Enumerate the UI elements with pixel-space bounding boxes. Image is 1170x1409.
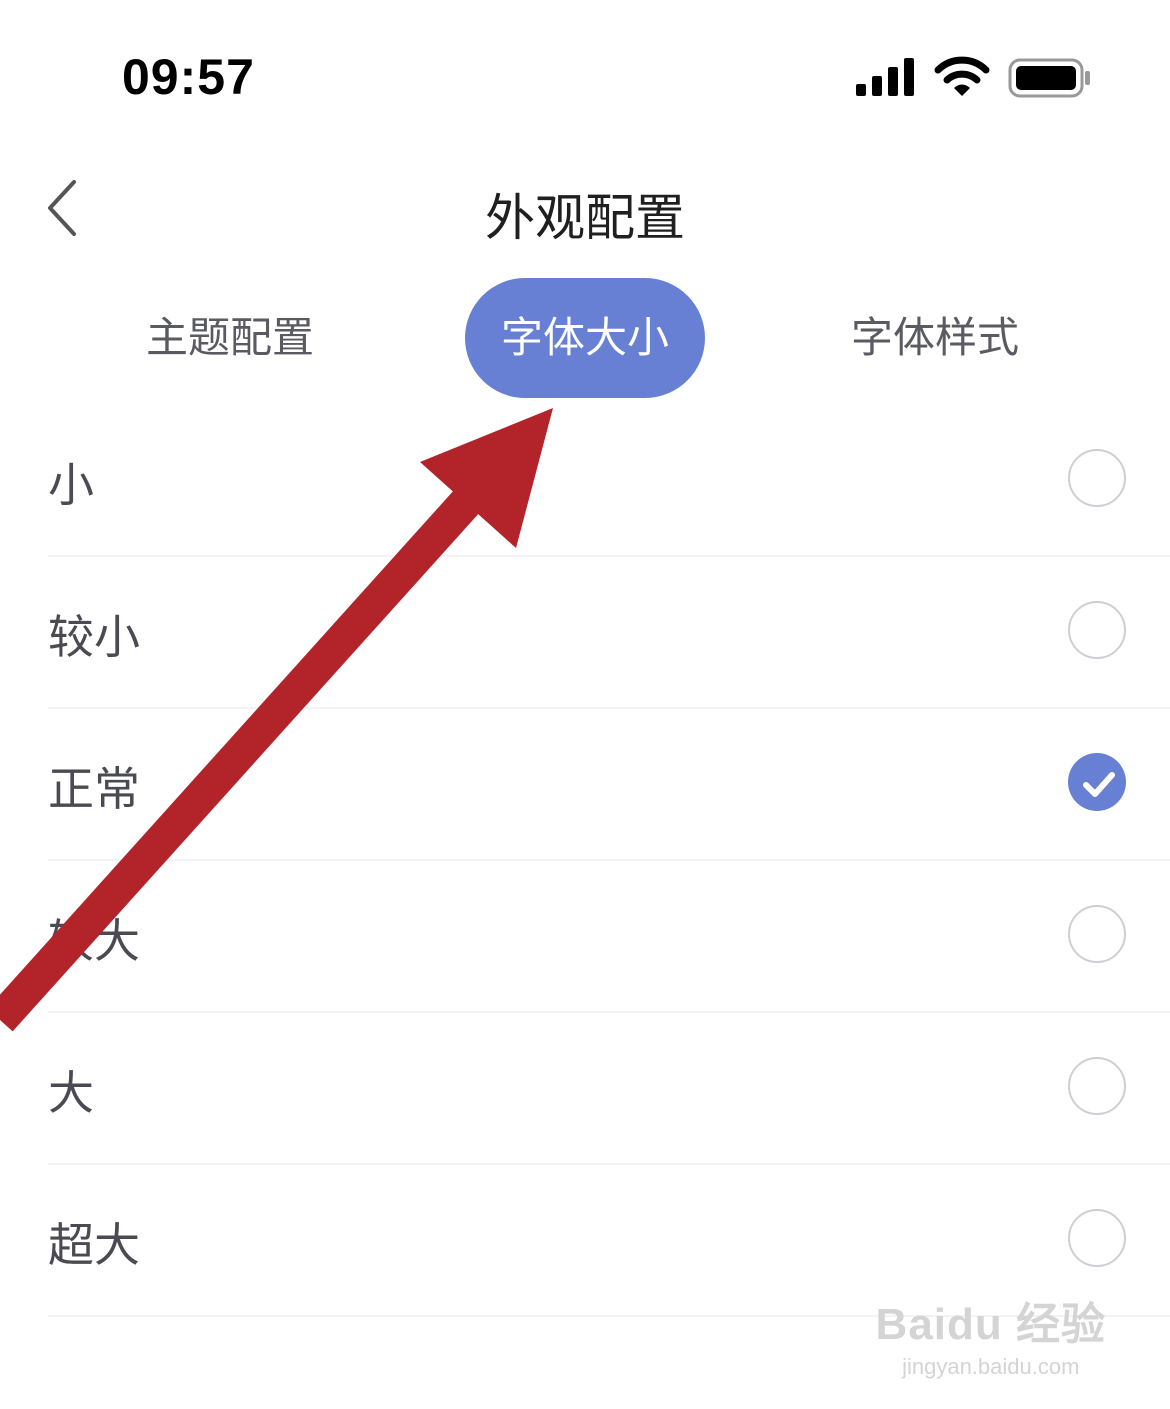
option-label: 正常 <box>48 762 140 816</box>
option-label: 小 <box>48 458 94 512</box>
option-small[interactable]: 小 <box>48 405 1170 557</box>
radio-unchecked-icon[interactable] <box>1068 905 1126 963</box>
radio-unchecked-icon[interactable] <box>1068 1057 1126 1115</box>
font-size-list: 小 较小 正常 较大 大 超大 <box>0 405 1170 1317</box>
option-label: 较大 <box>48 914 140 968</box>
cellular-signal-icon <box>856 58 914 96</box>
checkmark-icon <box>1083 772 1115 797</box>
status-bar: 09:57 <box>0 0 1170 150</box>
radio-checked-icon[interactable] <box>1068 753 1126 811</box>
wifi-icon <box>934 56 990 96</box>
nav-bar: 外观配置 <box>0 150 1170 270</box>
tab-bar: 主题配置 字体大小 字体样式 <box>0 278 1170 400</box>
radio-unchecked-icon[interactable] <box>1068 601 1126 659</box>
tab-font-style[interactable]: 字体样式 <box>815 278 1055 398</box>
option-large[interactable]: 大 <box>48 1013 1170 1165</box>
watermark-url: jingyan.baidu.com <box>902 1354 1080 1379</box>
option-label: 大 <box>48 1066 94 1120</box>
tab-theme-config[interactable]: 主题配置 <box>110 278 350 398</box>
status-time: 09:57 <box>122 49 255 105</box>
tab-font-size[interactable]: 字体大小 <box>465 278 705 398</box>
radio-unchecked-icon[interactable] <box>1068 1209 1126 1267</box>
option-label: 较小 <box>48 610 140 664</box>
option-normal[interactable]: 正常 <box>48 709 1170 861</box>
option-smaller[interactable]: 较小 <box>48 557 1170 709</box>
battery-icon <box>1008 58 1090 98</box>
option-label: 超大 <box>48 1218 140 1272</box>
option-larger[interactable]: 较大 <box>48 861 1170 1013</box>
baidu-watermark: Baidu 经验 jingyan.baidu.com <box>876 1288 1106 1380</box>
page-title: 外观配置 <box>485 189 685 247</box>
watermark-logo-text: Baidu 经验 <box>875 1300 1106 1349</box>
radio-unchecked-icon[interactable] <box>1068 449 1126 507</box>
